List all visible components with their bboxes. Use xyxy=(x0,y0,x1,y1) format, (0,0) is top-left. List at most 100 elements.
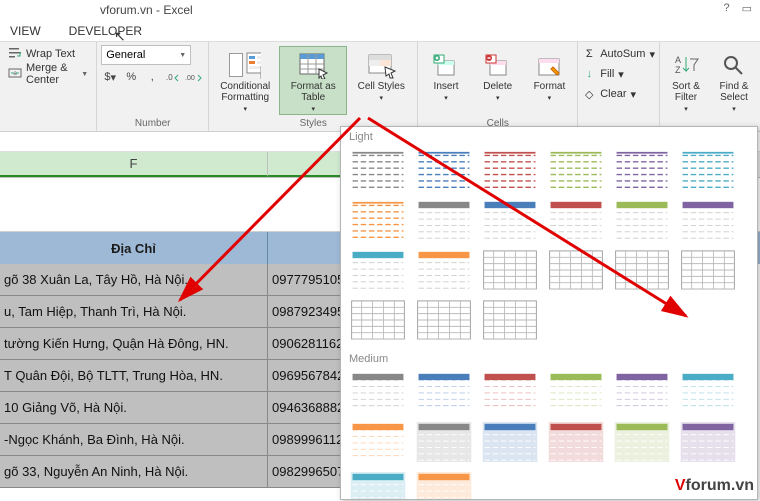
number-group: General ▼ $ ▾ % , .0 .00 Number xyxy=(97,42,209,131)
cell-address[interactable]: gõ 38 Xuân La, Tây Hồ, Hà Nội. xyxy=(0,264,268,296)
table-style-option[interactable] xyxy=(479,247,541,293)
table-style-option[interactable] xyxy=(611,197,673,243)
table-style-option[interactable] xyxy=(347,297,409,343)
ribbon-options-icon[interactable]: ▭ xyxy=(742,2,752,15)
table-style-option[interactable] xyxy=(677,419,739,465)
find-icon xyxy=(718,51,750,79)
table-style-option[interactable] xyxy=(413,297,475,343)
eraser-icon: ◇ xyxy=(582,88,596,101)
table-style-option[interactable] xyxy=(545,197,607,243)
currency-button[interactable]: $ ▾ xyxy=(101,66,120,88)
table-style-option[interactable] xyxy=(347,369,409,415)
table-style-option[interactable] xyxy=(347,147,409,193)
table-style-option[interactable] xyxy=(479,419,541,465)
table-style-option[interactable] xyxy=(611,247,673,293)
table-styles-gallery: Light Medium xyxy=(340,126,758,500)
table-style-option[interactable] xyxy=(413,147,475,193)
svg-text:Z: Z xyxy=(675,65,681,75)
format-as-table-button[interactable]: Format as Table▾ xyxy=(279,46,347,115)
table-style-option[interactable] xyxy=(545,247,607,293)
table-style-option[interactable] xyxy=(413,419,475,465)
table-style-option[interactable] xyxy=(545,419,607,465)
cell-address[interactable]: T Quân Đội, Bộ TLTT, Trung Hòa, HN. xyxy=(0,360,268,392)
merge-center-button[interactable]: a Merge & Center ▼ xyxy=(4,64,92,84)
watermark: Vforum.vn xyxy=(675,477,754,495)
styles-group: Conditional Formatting▾ Format as Table▾… xyxy=(209,42,418,131)
table-style-option[interactable] xyxy=(413,197,475,243)
table-style-option[interactable] xyxy=(479,197,541,243)
percent-button[interactable]: % xyxy=(122,66,141,88)
table-style-option[interactable] xyxy=(611,369,673,415)
insert-icon xyxy=(430,51,462,79)
title-bar: vforum.vn - Excel ? ▭ xyxy=(0,0,760,20)
table-style-option[interactable] xyxy=(677,369,739,415)
cell-address[interactable]: u, Tam Hiệp, Thanh Trì, Hà Nội. xyxy=(0,296,268,328)
gallery-light-grid xyxy=(341,145,757,349)
tab-view[interactable]: VIEW xyxy=(0,22,55,40)
table-style-option[interactable] xyxy=(347,247,409,293)
chevron-down-icon: ▼ xyxy=(81,71,88,78)
gallery-light-label: Light xyxy=(341,127,757,145)
merge-icon: a xyxy=(8,66,22,83)
fill-button[interactable]: ↓Fill ▾ xyxy=(582,64,655,84)
cell-address[interactable]: 10 Giảng Võ, Hà Nội. xyxy=(0,392,268,424)
gallery-medium-label: Medium xyxy=(341,349,757,367)
svg-text:A: A xyxy=(675,55,681,65)
number-format-select[interactable]: General ▼ xyxy=(101,45,191,65)
format-cells-icon xyxy=(533,51,565,79)
increase-decimal-button[interactable]: .0 xyxy=(164,66,183,88)
cells-group: Insert▾ Delete▾ Format▾ Cells xyxy=(418,42,578,131)
column-header-F[interactable]: F xyxy=(0,152,268,177)
clear-button[interactable]: ◇Clear ▾ xyxy=(582,84,655,104)
cell-address[interactable]: tường Kiến Hưng, Quận Hà Đông, HN. xyxy=(0,328,268,360)
table-style-option[interactable] xyxy=(545,369,607,415)
table-style-option[interactable] xyxy=(413,369,475,415)
find-select-button[interactable]: Find & Select▾ xyxy=(710,46,758,115)
help-icon[interactable]: ? xyxy=(723,2,729,15)
conditional-formatting-icon xyxy=(229,51,261,79)
cell-address[interactable]: gõ 33, Nguyễn An Ninh, Hà Nội. xyxy=(0,456,268,488)
tab-developer[interactable]: DEVELOPER xyxy=(55,22,156,40)
cell-styles-icon xyxy=(365,51,397,79)
insert-button[interactable]: Insert▾ xyxy=(420,46,472,115)
ribbon-tabs: VIEW DEVELOPER ↖ xyxy=(0,20,760,42)
header-address[interactable]: Địa Chỉ xyxy=(0,232,268,264)
comma-button[interactable]: , xyxy=(143,66,162,88)
table-style-option[interactable] xyxy=(413,469,475,500)
delete-button[interactable]: Delete▾ xyxy=(472,46,524,115)
table-style-option[interactable] xyxy=(611,419,673,465)
autosum-button[interactable]: ΣAutoSum ▾ xyxy=(582,44,655,64)
table-style-option[interactable] xyxy=(347,469,409,500)
decrease-decimal-button[interactable]: .00 xyxy=(185,66,204,88)
sigma-icon: Σ xyxy=(582,48,596,60)
number-group-label: Number xyxy=(97,118,208,129)
table-style-option[interactable] xyxy=(677,147,739,193)
table-style-option[interactable] xyxy=(347,197,409,243)
alignment-group: Wrap Text a Merge & Center ▼ xyxy=(0,42,97,131)
ribbon: Wrap Text a Merge & Center ▼ General ▼ $… xyxy=(0,42,760,132)
conditional-formatting-button[interactable]: Conditional Formatting▾ xyxy=(211,46,279,115)
table-style-option[interactable] xyxy=(611,147,673,193)
wrap-text-icon xyxy=(8,46,22,63)
chevron-down-icon: ▼ xyxy=(179,52,190,59)
wrap-text-button[interactable]: Wrap Text xyxy=(4,44,92,64)
cell-address[interactable]: -Ngọc Khánh, Ba Đình, Hà Nội. xyxy=(0,424,268,456)
svg-text:a: a xyxy=(13,71,17,77)
window-title: vforum.vn - Excel xyxy=(100,3,193,17)
table-style-option[interactable] xyxy=(677,197,739,243)
table-style-option[interactable] xyxy=(347,419,409,465)
editing-group: ΣAutoSum ▾ ↓Fill ▾ ◇Clear ▾ xyxy=(578,42,660,131)
table-style-option[interactable] xyxy=(413,247,475,293)
fill-down-icon: ↓ xyxy=(582,68,596,80)
table-style-option[interactable] xyxy=(479,369,541,415)
cell-styles-button[interactable]: Cell Styles▾ xyxy=(347,46,415,115)
svg-text:.0: .0 xyxy=(166,73,173,82)
table-style-option[interactable] xyxy=(677,247,739,293)
format-button[interactable]: Format▾ xyxy=(524,46,576,115)
table-style-option[interactable] xyxy=(479,147,541,193)
table-style-option[interactable] xyxy=(479,297,541,343)
find-group: AZ Sort & Filter▾ Find & Select▾ xyxy=(660,42,760,131)
sort-filter-button[interactable]: AZ Sort & Filter▾ xyxy=(662,46,710,115)
table-style-option[interactable] xyxy=(545,147,607,193)
svg-text:.00: .00 xyxy=(185,75,195,82)
